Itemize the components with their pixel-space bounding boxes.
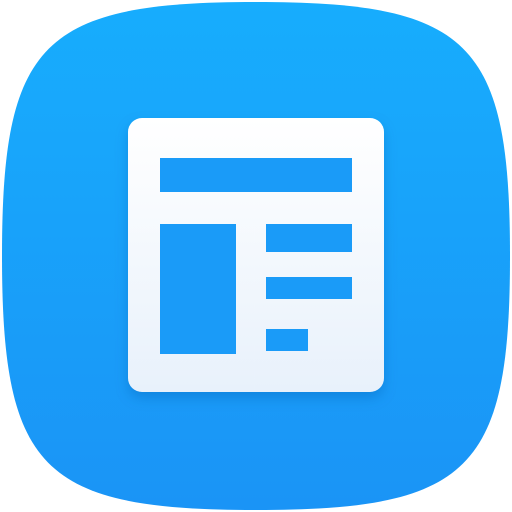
text-line-2 [266,277,352,299]
app-icon[interactable] [0,0,512,512]
image-block [160,224,236,354]
text-line-1 [266,224,352,252]
headline-bar [160,158,352,192]
text-line-3 [266,329,308,351]
news-reader-icon [2,2,510,510]
